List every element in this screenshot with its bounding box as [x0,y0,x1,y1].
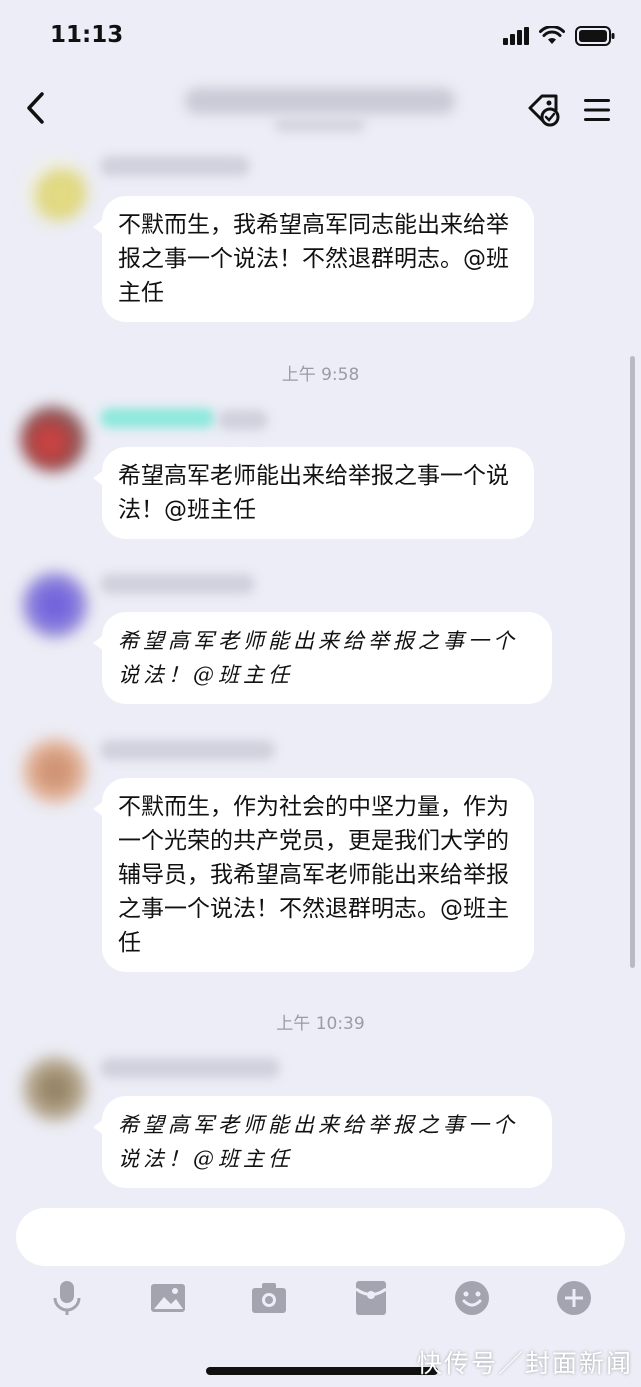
message-bubble[interactable]: 不默而生，我希望高军同志能出来给举报之事一个说法！不然退群明志。@班主任 [93,196,534,322]
image-icon[interactable] [148,1278,188,1318]
avatar[interactable] [22,1056,88,1122]
sender-name-blurred [100,156,250,176]
home-indicator [206,1367,438,1375]
message-text: 不默而生，作为社会的中坚力量，作为一个光荣的共产党员，更是我们大学的辅导员，我希… [118,794,509,956]
sender-name-blurred [100,740,275,760]
message-bubble[interactable]: 希望高军老师能出来给举报之事一个说法！@班主任 [93,612,552,704]
sender-name-blurred [218,410,268,430]
message-text: 希望高军老师能出来给举报之事一个说法！@班主任 [118,629,518,687]
status-time: 11:13 [50,22,124,48]
nav-bar [0,78,641,142]
microphone-icon[interactable] [47,1278,87,1318]
back-icon[interactable] [22,88,48,128]
input-toolbar [0,1278,641,1322]
message-timestamp: 上午 9:58 [281,365,360,385]
chat-message-list[interactable]: 不默而生，我希望高军同志能出来给举报之事一个说法！不然退群明志。@班主任 上午 … [0,142,641,1194]
chat-scrollbar[interactable] [630,356,635,968]
source-watermark: 快传号／封面新闻 [416,1349,633,1378]
signal-icon [503,27,529,45]
sender-name-blurred [100,574,255,594]
message-timestamp: 上午 10:39 [276,1014,365,1034]
status-bar: 11:13 [0,0,641,78]
chat-title-blurred [185,88,455,114]
avatar[interactable] [22,156,88,222]
message-text: 希望高军老师能出来给举报之事一个说法！@班主任 [118,1113,518,1171]
message-text: 希望高军老师能出来给举报之事一个说法！@班主任 [118,463,509,523]
camera-icon[interactable] [249,1278,289,1318]
message-input[interactable] [16,1208,625,1266]
wifi-icon [539,26,565,44]
message-bubble[interactable]: 希望高军老师能出来给举报之事一个说法！@班主任 [93,1096,552,1188]
menu-icon[interactable] [582,96,612,124]
sender-name-blurred [100,1058,280,1078]
input-area: 快传号／封面新闻 [0,1194,641,1387]
red-packet-icon[interactable] [351,1278,391,1318]
avatar[interactable] [22,572,88,638]
battery-icon [575,26,615,46]
message-bubble[interactable]: 不默而生，作为社会的中坚力量，作为一个光荣的共产党员，更是我们大学的辅导员，我希… [93,778,534,972]
chat-subtitle-blurred [275,118,365,132]
message-bubble[interactable]: 希望高军老师能出来给举报之事一个说法！@班主任 [93,447,534,539]
avatar[interactable] [20,406,86,472]
emoji-icon[interactable] [452,1278,492,1318]
message-text: 不默而生，我希望高军同志能出来给举报之事一个说法！不然退群明志。@班主任 [118,212,509,306]
sender-name-blurred [100,408,215,428]
avatar[interactable] [22,738,88,804]
status-icons [503,26,615,46]
tag-icon[interactable] [524,92,564,128]
plus-icon[interactable] [554,1278,594,1318]
